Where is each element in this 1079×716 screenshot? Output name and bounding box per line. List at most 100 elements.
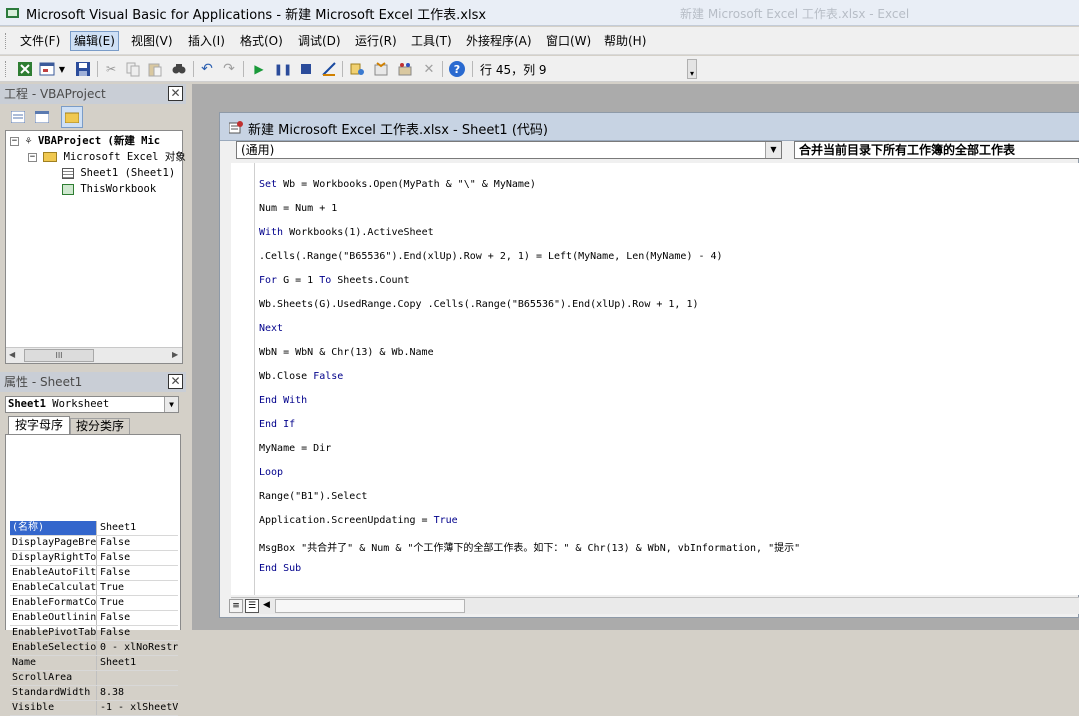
procedure-combo[interactable]: 合并当前目录下所有工作簿的全部工作表	[794, 141, 1079, 159]
toolbar-overflow-button[interactable]: ▾	[687, 59, 697, 79]
property-row[interactable]: EnableAutoFilt False	[10, 566, 178, 581]
insert-userform-icon[interactable]	[38, 60, 56, 78]
find-icon[interactable]	[170, 60, 188, 78]
collapse-icon[interactable]: −	[28, 152, 37, 162]
project-explorer-icon[interactable]	[348, 60, 366, 78]
tree-node-root[interactable]: − ⚘ VBAProject (新建 Mic	[10, 133, 160, 149]
property-value[interactable]: Sheet1	[98, 521, 178, 535]
chevron-down-icon[interactable]: ▼	[164, 397, 178, 412]
close-project-explorer-button[interactable]: ✕	[168, 86, 183, 101]
procedure-view-icon[interactable]: ≡	[229, 599, 243, 613]
code-line[interactable]: .Cells(.Range("B65536").End(xlUp).Row + …	[259, 251, 723, 262]
undo-icon[interactable]: ↶	[198, 60, 216, 78]
property-value[interactable]: False	[98, 626, 178, 640]
menu-debug[interactable]: 调试(D)	[294, 31, 345, 51]
view-object-icon[interactable]	[33, 108, 51, 126]
code-line[interactable]: For G = 1 To Sheets.Count	[259, 275, 410, 286]
property-value[interactable]: False	[98, 551, 178, 565]
code-line[interactable]: WbN = WbN & Chr(13) & Wb.Name	[259, 347, 434, 358]
full-module-view-icon[interactable]: ☰	[245, 599, 259, 613]
property-row[interactable]: EnableSelectio 0 - xlNoRestr	[10, 641, 178, 656]
property-row[interactable]: EnableFormatCo True	[10, 596, 178, 611]
tree-node-sheet1[interactable]: Sheet1 (Sheet1)	[62, 165, 175, 181]
view-excel-icon[interactable]	[16, 60, 34, 78]
tree-node-thisworkbook[interactable]: ThisWorkbook	[62, 181, 156, 197]
redo-icon[interactable]: ↷	[220, 60, 238, 78]
property-value[interactable]: -1 - xlSheetV	[98, 701, 178, 715]
code-line[interactable]: Next	[259, 323, 283, 334]
code-line[interactable]: Wb.Close False	[259, 371, 343, 382]
tab-categorized[interactable]: 按分类序	[70, 418, 130, 434]
property-row[interactable]: EnableCalculat True	[10, 581, 178, 596]
scroll-left-icon[interactable]: ◀	[9, 350, 15, 359]
property-value[interactable]: Sheet1	[98, 656, 178, 670]
property-row[interactable]: Visible -1 - xlSheetV	[10, 701, 178, 716]
object-combo[interactable]: (通用) ▼	[236, 141, 782, 159]
insert-dropdown-icon[interactable]: ▼	[58, 60, 66, 78]
code-line[interactable]: With Workbooks(1).ActiveSheet	[259, 227, 434, 238]
code-line[interactable]: Set Wb = Workbooks.Open(MyPath & "\" & M…	[259, 179, 536, 190]
project-hscrollbar[interactable]: ◀ III ▶	[6, 347, 182, 363]
property-row[interactable]: DisplayPageBre False	[10, 536, 178, 551]
scroll-left-icon[interactable]: ◀	[263, 600, 270, 610]
copy-icon[interactable]	[124, 60, 142, 78]
run-icon[interactable]: ▶	[250, 60, 268, 78]
property-value[interactable]: False	[98, 566, 178, 580]
view-code-icon[interactable]	[9, 108, 27, 126]
code-line[interactable]: Loop	[259, 467, 283, 478]
code-line[interactable]: Application.ScreenUpdating = True	[259, 515, 458, 526]
help-icon[interactable]: ?	[448, 60, 466, 78]
menu-format[interactable]: 格式(O)	[236, 31, 287, 51]
code-line[interactable]: Num = Num + 1	[259, 203, 337, 214]
design-mode-icon[interactable]	[320, 60, 338, 78]
property-row[interactable]: ScrollArea	[10, 671, 178, 686]
property-value[interactable]: 8.38	[98, 686, 178, 700]
object-browser-icon[interactable]	[396, 60, 414, 78]
code-line[interactable]: MsgBox "共合并了" & Num & "个工作薄下的全部工作表。如下：" …	[259, 539, 800, 554]
property-row[interactable]: DisplayRightTo False	[10, 551, 178, 566]
scroll-right-icon[interactable]: ▶	[172, 350, 178, 359]
properties-window-icon[interactable]	[372, 60, 390, 78]
paste-icon[interactable]	[146, 60, 164, 78]
break-icon[interactable]: ❚❚	[274, 60, 292, 78]
code-line[interactable]: MyName = Dir	[259, 443, 331, 454]
tab-alphabetic[interactable]: 按字母序	[8, 416, 70, 434]
save-icon[interactable]	[74, 60, 92, 78]
scroll-thumb[interactable]	[275, 599, 465, 613]
code-line[interactable]: End Sub	[259, 563, 301, 574]
toggle-folders-icon[interactable]	[61, 106, 83, 128]
menu-addins[interactable]: 外接程序(A)	[462, 31, 536, 51]
menu-run[interactable]: 运行(R)	[351, 31, 401, 51]
cut-icon[interactable]: ✂	[102, 60, 120, 78]
tree-node-excel-objects[interactable]: − Microsoft Excel 对象	[28, 149, 186, 165]
close-properties-button[interactable]: ✕	[168, 374, 183, 389]
menu-file[interactable]: 文件(F)	[16, 31, 64, 51]
property-row[interactable]: StandardWidth 8.38	[10, 686, 178, 701]
property-value[interactable]: 0 - xlNoRestr	[98, 641, 178, 655]
property-value[interactable]: True	[98, 596, 178, 610]
menu-tools[interactable]: 工具(T)	[407, 31, 456, 51]
chevron-down-icon[interactable]: ▼	[765, 142, 781, 158]
property-row[interactable]: EnableOutlinin False	[10, 611, 178, 626]
menu-help[interactable]: 帮助(H)	[600, 31, 650, 51]
property-row[interactable]: (名称) Sheet1	[10, 521, 178, 536]
code-line[interactable]: Wb.Sheets(G).UsedRange.Copy .Cells(.Rang…	[259, 299, 699, 310]
menu-view[interactable]: 视图(V)	[127, 31, 177, 51]
menu-insert[interactable]: 插入(I)	[184, 31, 229, 51]
collapse-icon[interactable]: −	[10, 136, 19, 146]
code-line[interactable]: End With	[259, 395, 307, 406]
toolbox-icon[interactable]: ✕	[420, 60, 438, 78]
property-value[interactable]: False	[98, 536, 178, 550]
code-hscrollbar[interactable]: ≡ ☰ ◀	[229, 597, 1079, 614]
code-line[interactable]: Range("B1").Select	[259, 491, 367, 502]
menu-window[interactable]: 窗口(W)	[542, 31, 595, 51]
property-value[interactable]: True	[98, 581, 178, 595]
property-value[interactable]: False	[98, 611, 178, 625]
reset-icon[interactable]	[297, 60, 315, 78]
menu-edit[interactable]: 编辑(E)	[70, 31, 119, 51]
properties-object-combo[interactable]: Sheet1 Worksheet ▼	[5, 396, 179, 413]
code-line[interactable]: End If	[259, 419, 295, 430]
property-row[interactable]: EnablePivotTab False	[10, 626, 178, 641]
scroll-thumb[interactable]: III	[24, 349, 94, 362]
property-row[interactable]: Name Sheet1	[10, 656, 178, 671]
